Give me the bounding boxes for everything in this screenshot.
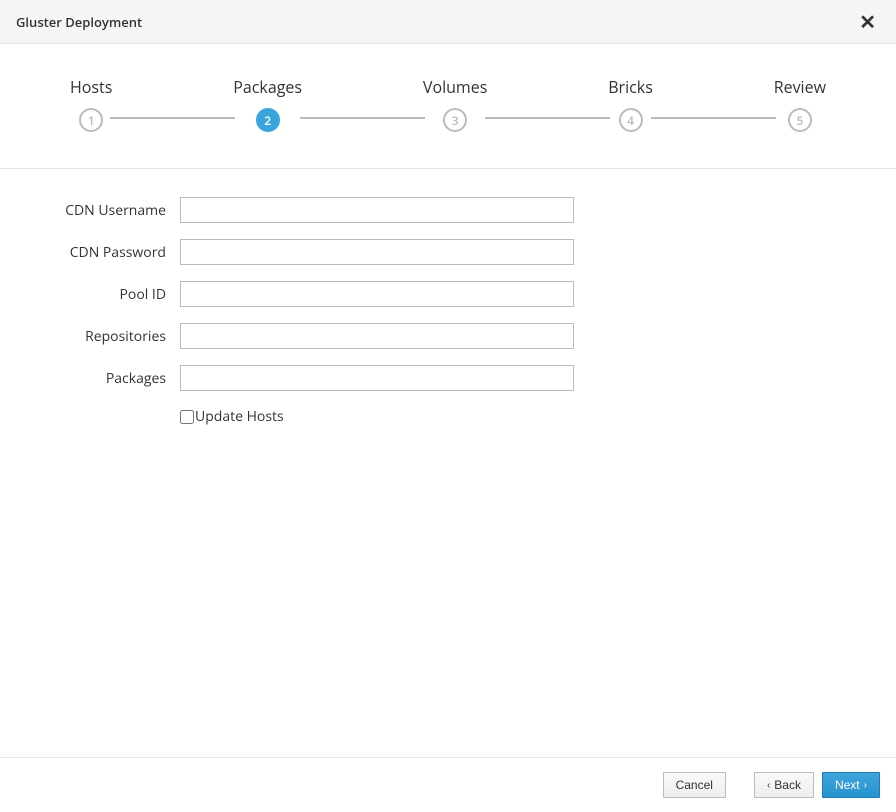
modal-header: Gluster Deployment ✕ [0, 0, 896, 44]
cancel-button-label: Cancel [676, 778, 713, 792]
modal-footer: Cancel ‹ Back Next › [0, 757, 896, 812]
label-cdn-username: CDN Username [40, 201, 180, 220]
step-label: Bricks [608, 76, 653, 98]
modal-title: Gluster Deployment [16, 13, 142, 31]
row-update-hosts: Update Hosts [180, 407, 856, 426]
back-button-label: Back [774, 778, 801, 792]
step-packages[interactable]: Packages 2 [233, 76, 302, 132]
step-label: Packages [233, 76, 302, 98]
step-review[interactable]: Review 5 [774, 76, 826, 132]
deployment-modal: Gluster Deployment ✕ Hosts 1 Packages 2 … [0, 0, 896, 812]
label-repositories: Repositories [40, 327, 180, 346]
row-pool-id: Pool ID [40, 281, 856, 307]
step-number: 2 [256, 108, 280, 132]
packages-input[interactable] [180, 365, 574, 391]
label-pool-id: Pool ID [40, 285, 180, 304]
packages-form: CDN Username CDN Password Pool ID Reposi… [0, 169, 896, 454]
step-number: 5 [788, 108, 812, 132]
step-connector [110, 117, 235, 119]
step-label: Review [774, 76, 826, 98]
label-packages: Packages [40, 369, 180, 388]
back-button[interactable]: ‹ Back [754, 772, 814, 798]
repositories-input[interactable] [180, 323, 574, 349]
next-button[interactable]: Next › [822, 772, 880, 798]
step-number: 3 [443, 108, 467, 132]
footer-spacer [734, 772, 746, 798]
label-cdn-password: CDN Password [40, 243, 180, 262]
step-connector [485, 117, 610, 119]
step-hosts[interactable]: Hosts 1 [70, 76, 112, 132]
close-icon[interactable]: ✕ [855, 12, 880, 32]
row-cdn-password: CDN Password [40, 239, 856, 265]
step-number: 4 [619, 108, 643, 132]
step-label: Hosts [70, 76, 112, 98]
step-connector [651, 117, 776, 119]
row-cdn-username: CDN Username [40, 197, 856, 223]
step-number: 1 [79, 108, 103, 132]
update-hosts-checkbox[interactable] [180, 410, 194, 424]
chevron-left-icon: ‹ [767, 780, 770, 791]
chevron-right-icon: › [864, 780, 867, 791]
wizard-steps: Hosts 1 Packages 2 Volumes 3 Bricks 4 Re… [0, 44, 896, 158]
step-label: Volumes [423, 76, 487, 98]
step-volumes[interactable]: Volumes 3 [423, 76, 487, 132]
next-button-label: Next [835, 778, 860, 792]
step-connector [300, 117, 425, 119]
cancel-button[interactable]: Cancel [663, 772, 726, 798]
step-bricks[interactable]: Bricks 4 [608, 76, 653, 132]
row-repositories: Repositories [40, 323, 856, 349]
label-update-hosts[interactable]: Update Hosts [195, 407, 284, 426]
cdn-password-input[interactable] [180, 239, 574, 265]
row-packages: Packages [40, 365, 856, 391]
cdn-username-input[interactable] [180, 197, 574, 223]
modal-body: Hosts 1 Packages 2 Volumes 3 Bricks 4 Re… [0, 44, 896, 757]
pool-id-input[interactable] [180, 281, 574, 307]
